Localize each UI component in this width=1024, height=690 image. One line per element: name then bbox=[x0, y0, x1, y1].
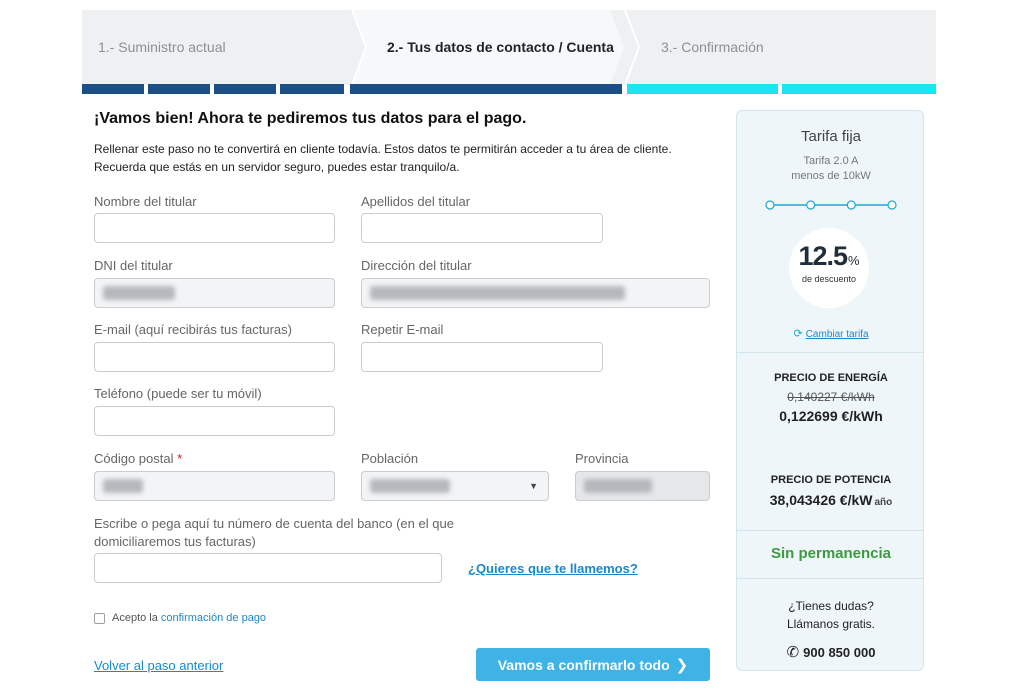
slider-step[interactable] bbox=[887, 200, 897, 210]
redacted-value bbox=[584, 479, 652, 493]
nombre-input[interactable] bbox=[94, 213, 335, 243]
label-poblacion: Población bbox=[361, 451, 419, 466]
progress-segment-done bbox=[280, 84, 344, 94]
progress-segment-pending bbox=[627, 84, 778, 94]
apellidos-input[interactable] bbox=[361, 213, 603, 243]
label-email: E-mail (aquí recibirás tus facturas) bbox=[94, 322, 292, 337]
progress-segment-done bbox=[148, 84, 210, 94]
label-cuenta: Escribe o pega aquí tu número de cuenta … bbox=[94, 516, 454, 549]
plan-subtitle-line: Tarifa 2.0 A bbox=[803, 155, 859, 167]
progress-segment-done bbox=[214, 84, 276, 94]
divider bbox=[737, 530, 923, 531]
slider-step[interactable] bbox=[765, 200, 775, 210]
dni-input[interactable] bbox=[94, 278, 335, 308]
energy-new-price: 0,122699 €/kWh bbox=[779, 408, 883, 424]
redacted-value bbox=[103, 286, 175, 300]
step-2-label: 2.- Tus datos de contacto / Cuenta bbox=[387, 39, 614, 55]
tariff-sidebar: Tarifa fija Tarifa 2.0 A menos de 10kW 1… bbox=[736, 110, 924, 671]
accept-checkbox[interactable] bbox=[94, 612, 105, 624]
accept-text: Acepto la bbox=[112, 612, 158, 624]
plan-subtitle-line: menos de 10kW bbox=[791, 170, 871, 182]
phone-number[interactable]: ✆ 900 850 000 bbox=[737, 643, 923, 661]
plan-title: Tarifa fija bbox=[800, 128, 862, 145]
label-provincia: Provincia bbox=[575, 451, 629, 466]
power-price: 38,043426 €/kW año bbox=[769, 492, 893, 508]
progress-segment-pending bbox=[782, 84, 936, 94]
tariff-slider[interactable] bbox=[765, 200, 897, 210]
form-title: ¡Vamos bien! Ahora te pediremos tus dato… bbox=[94, 110, 527, 127]
step-3-label: 3.- Confirmación bbox=[661, 39, 764, 55]
cuenta-input[interactable] bbox=[94, 553, 442, 583]
label-dni: DNI del titular bbox=[94, 258, 173, 273]
codigo-postal-input[interactable] bbox=[94, 471, 335, 501]
discount-badge: 12.5% de descuento bbox=[789, 228, 869, 308]
discount-label: de descuento bbox=[801, 274, 857, 284]
submit-button[interactable]: Vamos a confirmarlo todo ❯ bbox=[476, 648, 710, 681]
power-unit: año bbox=[874, 497, 893, 508]
progress-segment-done bbox=[82, 84, 144, 94]
redacted-value bbox=[370, 286, 625, 300]
required-mark: * bbox=[177, 451, 183, 466]
submit-label: Vamos a confirmarlo todo bbox=[497, 656, 670, 673]
change-tariff-row[interactable]: ⟳ Cambiar tarifa bbox=[737, 327, 923, 340]
step-1-label[interactable]: 1.- Suministro actual bbox=[98, 39, 226, 55]
redacted-value bbox=[370, 479, 450, 493]
help-line: Llámanos gratis. bbox=[786, 617, 876, 631]
discount-value: 12.5% bbox=[798, 241, 860, 271]
email-input[interactable] bbox=[94, 342, 335, 372]
slider-step[interactable] bbox=[846, 200, 856, 210]
step-divider bbox=[351, 10, 368, 85]
label-email-repeat: Repetir E-mail bbox=[361, 322, 444, 337]
energy-old-price: 0,140227 €/kWh bbox=[787, 390, 875, 404]
change-tariff-link[interactable]: Cambiar tarifa bbox=[806, 329, 869, 340]
divider bbox=[737, 352, 923, 353]
plan-subtitle: Tarifa 2.0 A menos de 10kW bbox=[737, 154, 923, 184]
help-text: ¿Tienes dudas? Llámanos gratis. bbox=[737, 597, 923, 633]
poblacion-select[interactable]: ▼ bbox=[361, 471, 549, 501]
energy-heading: PRECIO DE ENERGÍA bbox=[774, 372, 888, 384]
back-link[interactable]: Volver al paso anterior bbox=[94, 658, 223, 673]
form-intro: Rellenar este paso no te convertirá en c… bbox=[94, 142, 672, 174]
label-codigo-postal: Código postal * bbox=[94, 451, 183, 466]
power-heading: PRECIO DE POTENCIA bbox=[770, 474, 892, 486]
label-nombre: Nombre del titular bbox=[94, 194, 197, 209]
redacted-value bbox=[103, 479, 143, 493]
help-line: ¿Tienes dudas? bbox=[788, 599, 874, 613]
direccion-input[interactable] bbox=[361, 278, 710, 308]
email-repeat-input[interactable] bbox=[361, 342, 603, 372]
label-telefono: Teléfono (puede ser tu móvil) bbox=[94, 386, 262, 401]
checkout-steps: 1.- Suministro actual 2.- Tus datos de c… bbox=[82, 10, 936, 85]
accept-confirmation-link[interactable]: confirmación de pago bbox=[161, 612, 266, 624]
callback-link[interactable]: ¿Quieres que te llamemos? bbox=[468, 561, 638, 576]
chevron-down-icon: ▼ bbox=[529, 481, 538, 491]
label-apellidos: Apellidos del titular bbox=[361, 194, 471, 209]
discount-unit: % bbox=[848, 253, 860, 268]
refresh-icon: ⟳ bbox=[793, 328, 803, 340]
divider bbox=[737, 578, 923, 579]
accept-row: Acepto la confirmación de pago bbox=[94, 612, 266, 624]
progress-segment-done bbox=[350, 84, 622, 94]
provincia-input bbox=[575, 471, 710, 501]
telefono-input[interactable] bbox=[94, 406, 335, 436]
step-divider bbox=[624, 10, 641, 85]
label-direccion: Dirección del titular bbox=[361, 258, 472, 273]
permanence-label: Sin permanencia bbox=[770, 545, 892, 562]
chevron-right-icon: ❯ bbox=[675, 656, 689, 674]
slider-step[interactable] bbox=[806, 200, 816, 210]
phone-icon: ✆ bbox=[786, 644, 800, 661]
progress-bar bbox=[82, 84, 936, 94]
